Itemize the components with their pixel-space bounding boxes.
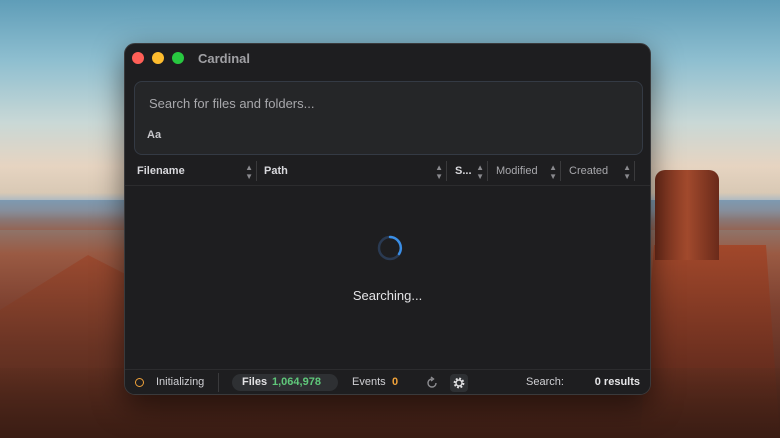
spinner-icon bbox=[377, 235, 403, 261]
column-created[interactable]: Created ▲ ▼ bbox=[569, 157, 635, 185]
column-divider[interactable] bbox=[634, 161, 635, 181]
column-path[interactable]: Path ▲ ▼ bbox=[264, 157, 447, 185]
files-label: Files bbox=[242, 376, 268, 388]
search-results-label: Search: bbox=[526, 376, 564, 388]
column-modified[interactable]: Modified ▲ ▼ bbox=[496, 157, 561, 185]
status-bar: Initializing Files 1,064,978 Events 0 Se… bbox=[125, 369, 650, 394]
search-box: Aa bbox=[134, 81, 643, 155]
index-state: Initializing bbox=[156, 376, 205, 388]
maximize-icon[interactable] bbox=[172, 52, 184, 64]
minimize-icon[interactable] bbox=[152, 52, 164, 64]
sort-icon: ▲ ▼ bbox=[476, 163, 484, 181]
column-size[interactable]: S... ▲ ▼ bbox=[455, 157, 488, 185]
sort-icon: ▲ ▼ bbox=[245, 163, 253, 181]
events-label: Events bbox=[352, 376, 386, 388]
app-window: Cardinal Aa Filename ▲▼ Path ▲▼ S... ▲▼ … bbox=[124, 43, 651, 395]
column-header: Filename ▲ ▼ Path ▲ ▼ S... ▲ ▼ Modified ▲ ▼ … bbox=[125, 157, 650, 186]
searching-status: Searching... bbox=[352, 288, 423, 303]
column-divider[interactable] bbox=[487, 161, 488, 181]
column-created-label: Created bbox=[569, 165, 609, 177]
column-divider[interactable] bbox=[256, 161, 257, 181]
files-badge: Files 1,064,978 bbox=[232, 374, 338, 391]
refresh-icon[interactable] bbox=[424, 375, 440, 391]
column-size-label: S... bbox=[455, 165, 472, 177]
results-count: 0 results bbox=[594, 376, 640, 388]
events-count: 0 bbox=[392, 376, 399, 388]
gear-icon bbox=[453, 377, 465, 389]
case-sensitive-toggle[interactable]: Aa bbox=[147, 129, 161, 141]
column-divider[interactable] bbox=[446, 161, 447, 181]
files-count: 1,064,978 bbox=[272, 376, 321, 388]
column-path-label: Path bbox=[264, 165, 288, 177]
window-title: Cardinal bbox=[198, 51, 251, 66]
search-input[interactable] bbox=[147, 92, 621, 114]
status-dot-icon bbox=[135, 378, 144, 387]
status-divider bbox=[218, 373, 219, 392]
close-icon[interactable] bbox=[132, 52, 144, 64]
sort-icon: ▲ ▼ bbox=[435, 163, 443, 181]
column-filename[interactable]: Filename ▲ ▼ bbox=[137, 157, 257, 185]
titlebar: Cardinal bbox=[125, 44, 650, 72]
settings-button[interactable] bbox=[450, 374, 468, 392]
sort-icon: ▲ ▼ bbox=[623, 163, 631, 181]
column-filename-label: Filename bbox=[137, 165, 185, 177]
mesa-right-butte bbox=[655, 170, 719, 260]
sort-icon: ▲ ▼ bbox=[549, 163, 557, 181]
column-divider[interactable] bbox=[560, 161, 561, 181]
column-modified-label: Modified bbox=[496, 165, 538, 177]
